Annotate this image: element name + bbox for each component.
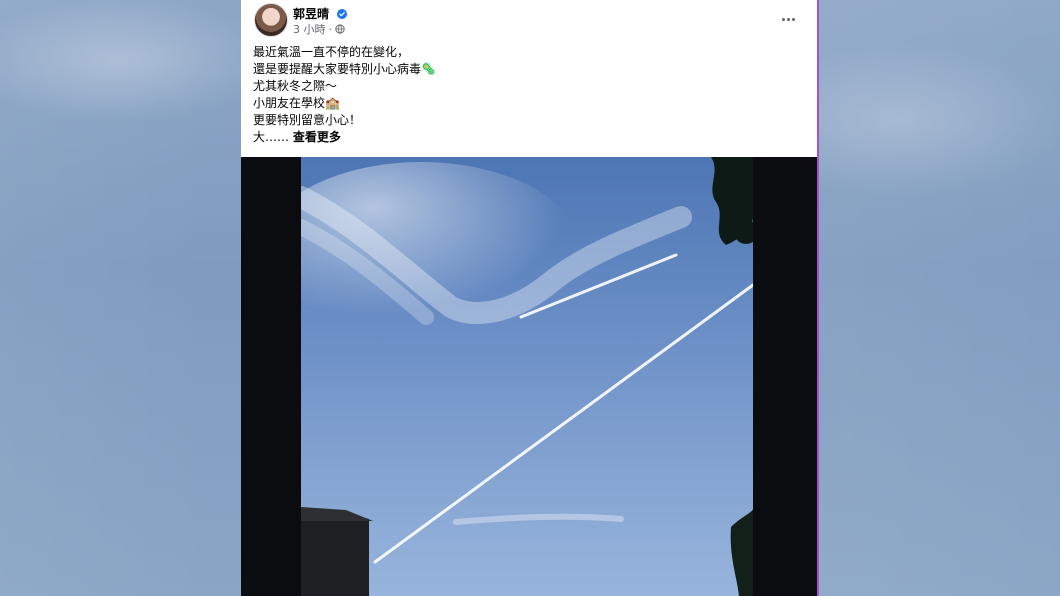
sky-photo[interactable] bbox=[301, 157, 753, 596]
facebook-post: 郭昱晴 3 小時 · 最近氣溫一直不停的在變化， 還是要提醒大家要特別小心病毒🦠… bbox=[241, 0, 819, 596]
see-more-link[interactable]: 查看更多 bbox=[293, 130, 341, 144]
verified-badge-icon bbox=[337, 9, 348, 19]
post-line: 還是要提醒大家要特別小心病毒🦠 bbox=[253, 62, 436, 76]
post-line-truncated: 大…… 查看更多 bbox=[253, 129, 793, 146]
post-meta: 3 小時 · bbox=[293, 21, 345, 37]
contrail-photo-illustration bbox=[301, 157, 753, 596]
post-header: 郭昱晴 3 小時 · bbox=[241, 0, 817, 44]
meta-separator: · bbox=[328, 22, 333, 36]
truncated-text: 大…… bbox=[253, 130, 290, 144]
post-line: 小朋友在學校🏫 bbox=[253, 96, 340, 110]
globe-icon[interactable] bbox=[335, 24, 345, 34]
post-media[interactable] bbox=[241, 157, 817, 596]
post-line: 最近氣溫一直不停的在變化， bbox=[253, 45, 410, 59]
post-line: 尤其秋冬之際～ bbox=[253, 79, 338, 93]
post-text: 最近氣溫一直不停的在變化， 還是要提醒大家要特別小心病毒🦠 尤其秋冬之際～ 小朋… bbox=[253, 44, 793, 146]
more-options-icon[interactable] bbox=[778, 9, 798, 29]
post-line: 更要特別留意小心！ bbox=[253, 113, 362, 127]
avatar[interactable] bbox=[254, 3, 288, 37]
author-name[interactable]: 郭昱晴 bbox=[293, 7, 329, 21]
post-time[interactable]: 3 小時 bbox=[293, 21, 326, 37]
author-name-row[interactable]: 郭昱晴 bbox=[293, 5, 348, 22]
